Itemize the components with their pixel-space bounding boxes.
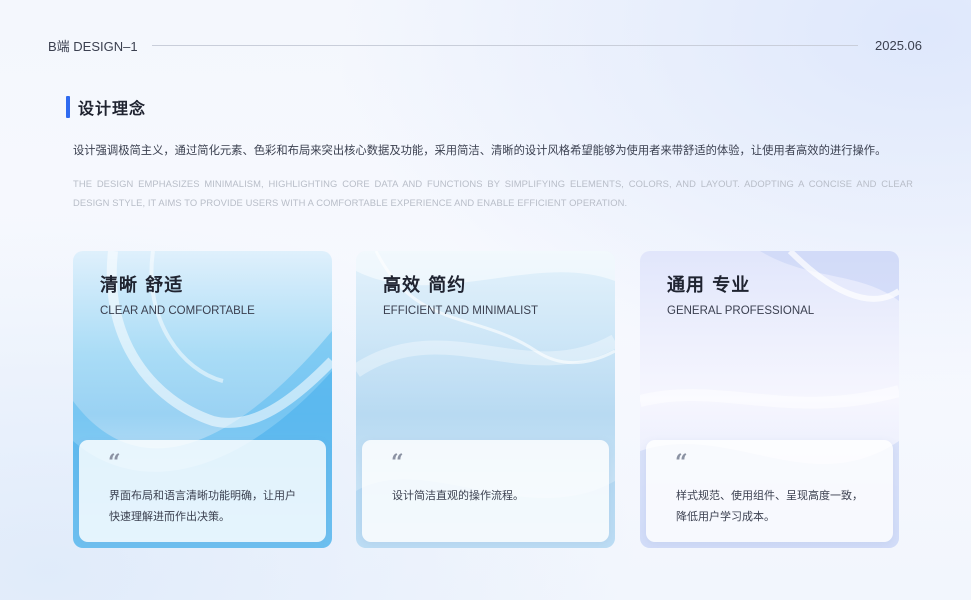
quote-box: “ 样式规范、使用组件、呈现高度一致，降低用户学习成本。: [646, 440, 893, 542]
date-label: 2025.06: [875, 37, 922, 53]
card-description: 样式规范、使用组件、呈现高度一致，降低用户学习成本。: [676, 489, 863, 523]
card-efficient-minimalist: 高效 简约 EFFICIENT AND MINIMALIST “ 设计简洁直观的…: [356, 251, 615, 548]
card-title: 高效 简约: [383, 275, 467, 296]
title-accent-bar: [66, 96, 70, 118]
description-english: THE DESIGN EMPHASIZES MINIMALISM, HIGHLI…: [73, 178, 913, 208]
card-subtitle: EFFICIENT AND MINIMALIST: [383, 305, 539, 317]
quote-icon: “: [391, 450, 404, 476]
brand-label: B端 DESIGN–1: [48, 38, 138, 54]
quote-box: “ 设计简洁直观的操作流程。: [362, 440, 609, 542]
description-chinese: 设计强调极简主义，通过简化元素、色彩和布局来突出核心数据及功能，采用简洁、清晰的…: [73, 144, 887, 157]
quote-icon: “: [108, 450, 121, 476]
quote-icon: “: [675, 450, 688, 476]
card-subtitle: CLEAR AND COMFORTABLE: [100, 305, 255, 317]
card-description: 设计简洁直观的操作流程。: [392, 489, 524, 502]
header-divider: [151, 44, 858, 46]
section-title: 设计理念: [78, 99, 147, 118]
quote-box: “ 界面布局和语言清晰功能明确，让用户快速理解进而作出决策。: [79, 440, 326, 542]
card-subtitle: GENERAL PROFESSIONAL: [667, 305, 815, 317]
card-clear-comfortable: 清晰 舒适 CLEAR AND COMFORTABLE “ 界面布局和语言清晰功…: [73, 251, 332, 548]
card-description: 界面布局和语言清晰功能明确，让用户快速理解进而作出决策。: [109, 489, 296, 523]
section-heading: 设计理念: [66, 95, 146, 119]
card-title: 清晰 舒适: [100, 275, 184, 296]
card-title: 通用 专业: [667, 275, 751, 296]
card-general-professional: 通用 专业 GENERAL PROFESSIONAL “ 样式规范、使用组件、呈…: [640, 251, 899, 548]
header: B端 DESIGN–1 2025.06: [48, 36, 922, 54]
